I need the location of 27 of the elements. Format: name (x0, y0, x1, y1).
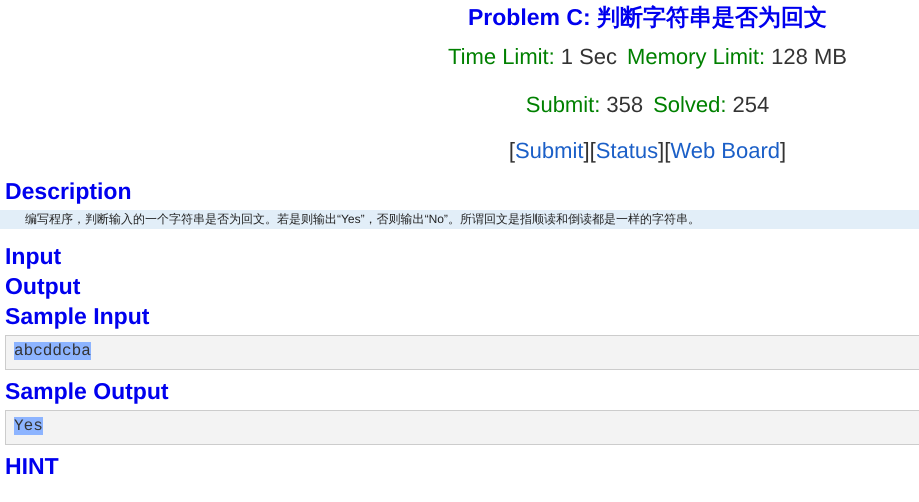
bracket: [ (664, 138, 670, 164)
section-heading: Input (5, 242, 62, 271)
stat-value: 358 (606, 92, 644, 118)
nav-link[interactable]: Submit (514, 138, 584, 164)
section-heading: Description (5, 177, 133, 206)
limit-label: Memory Limit: (627, 44, 766, 70)
section-heading: Sample Input (5, 302, 150, 331)
bracket: [ (508, 138, 515, 164)
section-heading: Output (5, 272, 82, 301)
limit-value: 1 Sec (560, 44, 618, 70)
problem-title: Problem C: 判断字符串是否为回文 (468, 3, 828, 30)
section-heading: Sample Output (5, 377, 170, 406)
sample-text: Yes (14, 417, 43, 435)
bracket: ] (780, 138, 786, 164)
stat-value: 254 (732, 92, 770, 118)
bracket: [ (590, 138, 596, 164)
section-heading: HINT (5, 452, 60, 481)
bracket: ] (583, 138, 590, 164)
limit-value: 128 MB (771, 44, 847, 70)
nav-link[interactable]: Web Board (670, 138, 780, 164)
nav-link[interactable]: Status (596, 138, 658, 164)
stat-label: Solved: (653, 92, 726, 118)
bracket: ] (658, 138, 664, 164)
sample-text: abcddcba (14, 342, 91, 360)
stat-label: Submit: (526, 92, 600, 118)
description-text: 编写程序，判断输入的一个字符串是否为回文。若是则输出“Yes”，否则输出“No”。所谓回文是指顺读和倒读都是一样的字符串。 (0, 210, 919, 229)
limit-label: Time Limit: (448, 44, 555, 70)
